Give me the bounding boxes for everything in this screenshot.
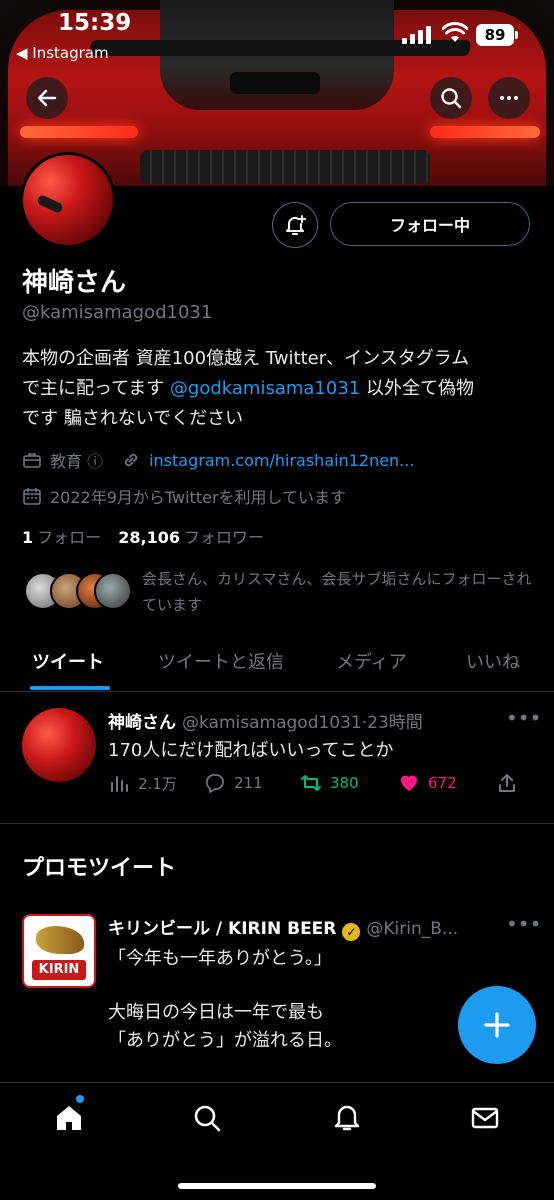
calendar-icon — [23, 488, 41, 505]
profile-joined-date: 2022年9月からTwitterを利用しています — [50, 488, 347, 507]
profile-tabs: ツイート ツイートと返信 メディア いいね — [0, 630, 554, 692]
back-arrow-icon — [37, 89, 57, 107]
promo-more-button[interactable]: ••• — [506, 912, 541, 936]
compose-plus-icon — [484, 1012, 510, 1038]
bell-plus-icon — [286, 215, 306, 235]
profile-meta-row: 教育 ⓘ instagram.com/hirashain12nen... — [22, 448, 414, 472]
back-to-app-link[interactable]: ◀ Instagram — [16, 44, 109, 62]
follower-avatar — [94, 572, 132, 610]
reply-button[interactable]: 211 — [204, 772, 263, 794]
bio-line-3: です 騙されないでください — [22, 408, 244, 429]
follow-counts: 1 フォロー 28,106 フォロワー — [22, 524, 264, 548]
views-count: 2.1万 — [138, 774, 177, 793]
heart-icon — [401, 775, 417, 791]
bio-text: 以外全て偽物 — [360, 378, 474, 399]
bio-line-1: 本物の企画者 資産100億越え Twitter、インスタグラム — [22, 348, 470, 369]
tab-tweets-replies[interactable]: ツイートと返信 — [158, 648, 284, 674]
followed-by-row[interactable]: 会長さん、カリスマさん、会長サブ垢さんにフォローされています — [24, 566, 534, 622]
nav-messages[interactable] — [468, 1101, 502, 1135]
notifications-toggle-button[interactable] — [272, 202, 318, 248]
promoted-section-title: プロモツイート — [22, 856, 177, 881]
compose-tweet-button[interactable] — [458, 986, 536, 1064]
messages-icon — [471, 1107, 499, 1129]
banner-tail-light-right — [430, 126, 540, 138]
views-button[interactable]: 2.1万 — [108, 772, 177, 794]
more-icon — [500, 96, 518, 100]
retweet-icon — [301, 775, 321, 791]
banner-tail-light-left — [20, 126, 138, 138]
tweet-actions: 2.1万 211 380 672 — [108, 772, 528, 800]
promo-header: キリンビール / KIRIN BEER ✓ @Kirin_B... — [108, 914, 504, 941]
followed-by-text: 会長さん、カリスマさん、会長サブ垢さんにフォローされています — [142, 570, 532, 614]
tweet-meta: @kamisamagod1031·23時間 — [182, 713, 423, 733]
home-unread-dot — [76, 1095, 84, 1103]
bio-line-2: で主に配ってます @godkamisama1031 以外全て偽物 — [22, 374, 534, 404]
briefcase-icon — [23, 453, 41, 468]
following-button[interactable]: フォロー中 — [330, 202, 530, 246]
kirin-beast-logo — [36, 926, 84, 954]
search-nav-icon — [194, 1105, 221, 1132]
profile-website-link[interactable]: instagram.com/hirashain12nen... — [149, 451, 414, 470]
views-icon — [111, 776, 128, 792]
followers-count-link[interactable]: 28,106 フォロワー — [118, 528, 264, 547]
cellular-signal-icon — [402, 26, 434, 44]
status-bar: 15:39 ◀ Instagram 89 — [0, 0, 554, 66]
profile-category[interactable]: 教育 ⓘ — [50, 448, 103, 472]
tweet-author-name[interactable]: 神崎さん — [108, 713, 176, 733]
nav-notifications[interactable] — [330, 1101, 364, 1135]
kirin-logo-text: KIRIN — [32, 960, 86, 980]
tweet-author-avatar[interactable] — [22, 708, 96, 782]
back-button[interactable] — [26, 77, 68, 119]
banner-grille — [140, 150, 430, 184]
share-button[interactable] — [496, 772, 526, 794]
promo-handle: @Kirin_B... — [366, 919, 459, 939]
retweet-button[interactable]: 380 — [300, 772, 359, 794]
bio-mention-link[interactable]: @godkamisama1031 — [170, 378, 360, 399]
banner-car-vent — [230, 72, 320, 94]
status-time: 15:39 — [58, 10, 132, 36]
profile-avatar[interactable] — [20, 152, 116, 248]
retweet-count: 380 — [330, 774, 359, 792]
profile-joined-row: 2022年9月からTwitterを利用しています — [22, 484, 346, 508]
profile-name: 神崎さん — [22, 268, 127, 298]
tab-media[interactable]: メディア — [336, 648, 407, 674]
search-icon — [441, 88, 462, 109]
notifications-icon — [334, 1105, 360, 1131]
more-button[interactable] — [488, 77, 530, 119]
tweet-header: 神崎さん @kamisamagod1031·23時間 — [108, 708, 423, 733]
avatar-headlight — [36, 193, 64, 215]
tweet-more-button[interactable]: ••• — [506, 706, 541, 730]
promo-text-line-2: 大晦日の今日は一年で最も — [108, 1002, 324, 1023]
following-count-link[interactable]: 1 フォロー — [22, 528, 101, 547]
link-icon — [124, 453, 138, 467]
search-button[interactable] — [430, 77, 472, 119]
tweet-text: 170人にだけ配ればいいってことか — [108, 740, 394, 761]
tab-tweets[interactable]: ツイート — [32, 648, 104, 674]
active-tab-indicator — [30, 686, 110, 690]
profile-bio: 本物の企画者 資産100億越え Twitter、インスタグラム で主に配ってます… — [22, 344, 534, 434]
verified-badge-icon: ✓ — [342, 923, 361, 941]
promo-text-line-1: 「今年も一年ありがとう。」 — [108, 948, 332, 969]
tab-likes[interactable]: いいね — [466, 648, 520, 674]
battery-indicator: 89 — [476, 24, 514, 46]
tweet-card[interactable]: 神崎さん @kamisamagod1031·23時間 ••• 170人にだけ配れば… — [0, 692, 554, 824]
reply-count: 211 — [234, 774, 263, 792]
share-icon — [499, 774, 515, 792]
like-button[interactable]: 672 — [398, 772, 457, 794]
promo-text-line-3: 「ありがとう」が溢れる日。 — [108, 1030, 342, 1051]
reply-icon — [206, 774, 224, 793]
bio-text: で主に配ってます — [22, 378, 170, 399]
battery-tip — [515, 31, 518, 39]
promo-author-avatar[interactable]: KIRIN — [22, 914, 96, 988]
promo-author-name[interactable]: キリンビール / KIRIN BEER — [108, 919, 336, 939]
home-indicator — [178, 1183, 376, 1189]
nav-home[interactable] — [52, 1101, 86, 1135]
profile-handle: @kamisamagod1031 — [22, 302, 213, 323]
like-count: 672 — [428, 774, 457, 792]
wifi-icon — [442, 22, 468, 42]
nav-search[interactable] — [190, 1101, 224, 1135]
home-icon — [57, 1106, 81, 1130]
